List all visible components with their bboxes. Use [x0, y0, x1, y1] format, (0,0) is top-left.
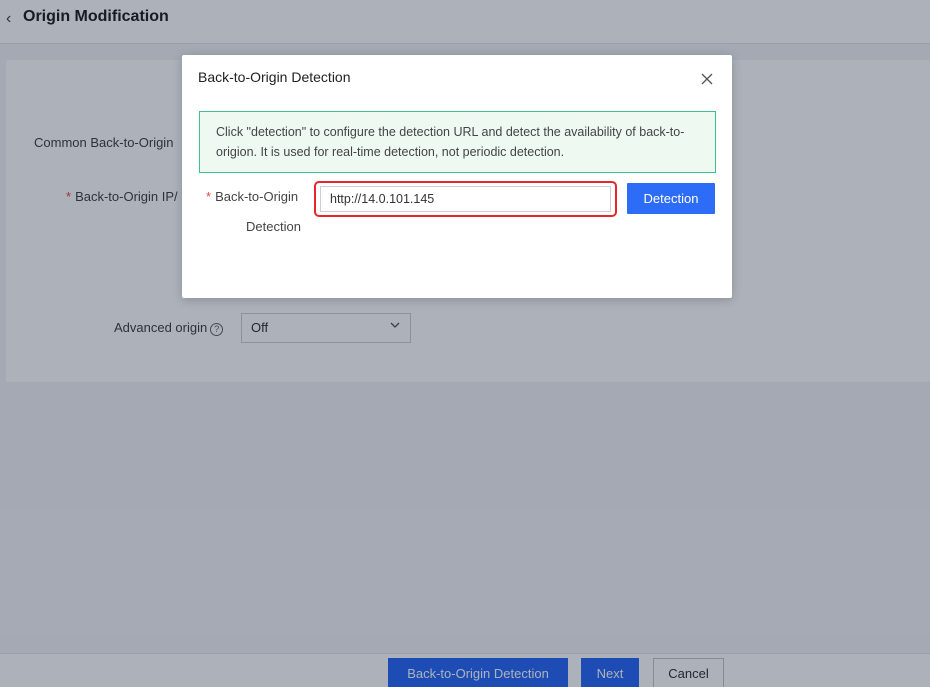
detection-modal: Back-to-Origin Detection Click "detectio…: [182, 55, 732, 298]
detection-url-input[interactable]: [320, 186, 611, 212]
detection-button[interactable]: Detection: [627, 183, 715, 214]
detection-field-label: * Back-to-Origin: [206, 189, 298, 204]
required-marker: *: [206, 189, 212, 204]
detection-field-label-line1: Back-to-Origin: [215, 189, 299, 204]
close-icon[interactable]: [700, 72, 714, 86]
modal-title: Back-to-Origin Detection: [198, 69, 351, 85]
detection-field-label-line2: Detection: [246, 219, 301, 234]
url-highlight-box: [314, 181, 617, 217]
info-notice: Click "detection" to configure the detec…: [199, 111, 716, 173]
